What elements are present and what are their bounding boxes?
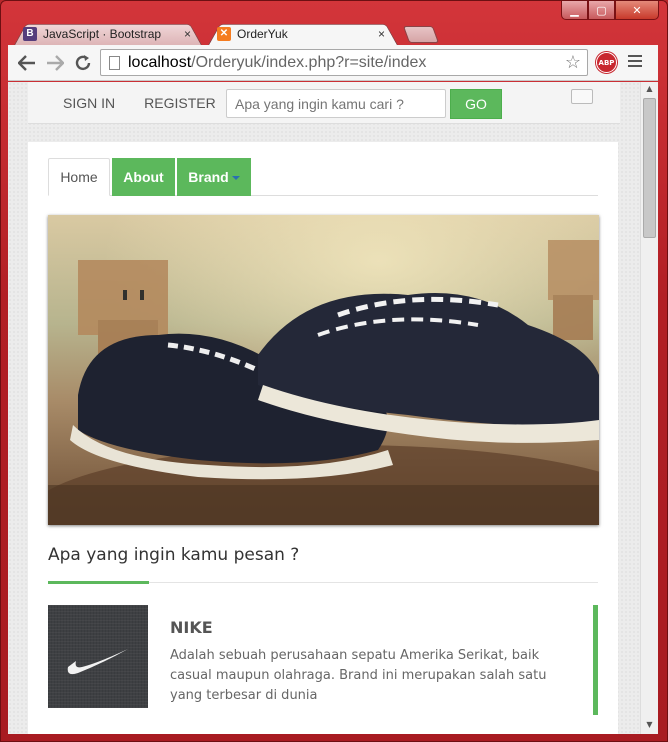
tab-title: JavaScript · Bootstrap (43, 26, 162, 41)
address-bar[interactable]: localhost/Orderyuk/index.php?r=site/inde… (100, 49, 588, 76)
site-topbar: SIGN IN REGISTER GO (28, 82, 620, 124)
content-card: Home About Brand Apa yang ingin kamu pes… (28, 142, 618, 734)
back-icon[interactable] (14, 50, 40, 76)
page-viewport: SIGN IN REGISTER GO Home About Brand (8, 82, 640, 734)
nav-tabs: Home About Brand (48, 158, 598, 196)
brand-description: Adalah sebuah perusahaan sepatu Amerika … (170, 648, 547, 703)
url-path: /Orderyuk/index.php?r=site/index (191, 53, 427, 71)
cart-toggle-button[interactable] (571, 89, 593, 104)
nike-swoosh-icon (67, 649, 128, 675)
brand-accent-bar (593, 605, 598, 715)
hero-image (48, 215, 599, 525)
browser-toolbar: localhost/Orderyuk/index.php?r=site/inde… (8, 45, 658, 81)
scroll-thumb[interactable] (643, 98, 656, 238)
section-accent-bar (48, 581, 149, 584)
bookmark-star-icon[interactable]: ☆ (565, 52, 581, 73)
tab-orderyuk[interactable]: ✕ OrderYuk × (207, 20, 399, 47)
nike-logo-image[interactable] (48, 605, 148, 708)
xampp-icon: ✕ (217, 26, 231, 41)
search-input[interactable] (226, 89, 446, 118)
tab-close-icon[interactable]: × (184, 27, 191, 41)
url-host: localhost (128, 53, 192, 71)
bootstrap-icon: B (23, 26, 37, 41)
vertical-scrollbar[interactable]: ▲ ▼ (640, 82, 658, 734)
adblock-icon[interactable]: ABP (596, 52, 617, 73)
close-window-button[interactable]: ✕ (615, 1, 659, 20)
scroll-up-icon[interactable]: ▲ (641, 84, 658, 96)
maximize-button[interactable]: ▢ (588, 1, 615, 20)
tab-title: OrderYuk (237, 26, 288, 41)
minimize-button[interactable]: ▁ (561, 1, 588, 20)
sign-in-link[interactable]: SIGN IN (63, 95, 115, 111)
new-tab-button[interactable] (402, 26, 440, 43)
tab-brand-label: Brand (188, 169, 229, 185)
tab-bootstrap[interactable]: B JavaScript · Bootstrap × (13, 20, 203, 47)
tab-close-icon[interactable]: × (378, 27, 385, 41)
tab-home[interactable]: Home (48, 158, 110, 196)
scroll-down-icon[interactable]: ▼ (641, 720, 658, 732)
chrome-menu-icon[interactable] (628, 55, 642, 70)
caret-down-icon (231, 176, 240, 180)
tab-strip: B JavaScript · Bootstrap × ✕ OrderYuk × (13, 20, 653, 47)
section-title: Apa yang ingin kamu pesan ? (48, 545, 300, 565)
register-link[interactable]: REGISTER (144, 95, 216, 111)
window-controls: ▁ ▢ ✕ (561, 1, 659, 20)
brand-name[interactable]: NIKE (170, 618, 213, 637)
tab-about[interactable]: About (112, 158, 175, 196)
page-icon (109, 55, 120, 70)
forward-icon[interactable] (42, 50, 68, 76)
reload-icon[interactable] (70, 50, 96, 76)
go-button[interactable]: GO (450, 89, 502, 119)
tab-brand[interactable]: Brand (177, 158, 251, 196)
